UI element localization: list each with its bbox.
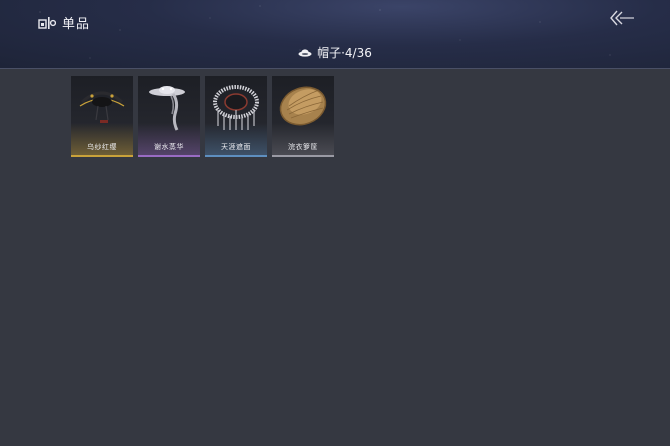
rarity-bar: [272, 155, 334, 157]
rarity-bar: [138, 155, 200, 157]
item-name: 天涯遮面: [221, 143, 251, 151]
page-title: 单品: [62, 17, 91, 32]
item-card-bead-curtain-hat[interactable]: 天涯遮面: [205, 76, 267, 157]
item-icon: [38, 16, 56, 29]
item-card-official-hat[interactable]: 乌纱红缨: [71, 76, 133, 157]
item-grid: 乌纱红缨 谢水蒸华 天涯遮面 浣衣箩筐: [71, 76, 334, 157]
hat-icon: [298, 48, 312, 57]
item-name: 谢水蒸华: [154, 143, 184, 151]
page-title-group: 单品: [38, 13, 90, 32]
item-name: 浣衣箩筐: [288, 143, 318, 151]
category-title: 帽子·4/36: [317, 46, 372, 60]
back-arrow-icon[interactable]: [609, 9, 635, 27]
bead-curtain-hat-icon: [213, 85, 259, 130]
basket-icon: [279, 86, 327, 126]
official-hat-icon: [79, 91, 125, 123]
rarity-bar: [205, 155, 267, 157]
item-name: 乌纱红缨: [87, 143, 117, 151]
category-header: 帽子·4/36: [0, 44, 670, 61]
header-divider: [0, 68, 670, 69]
rarity-bar: [71, 155, 133, 157]
item-card-veil-hat[interactable]: 谢水蒸华: [138, 76, 200, 157]
item-card-basket[interactable]: 浣衣箩筐: [272, 76, 334, 157]
veil-hat-icon: [149, 86, 185, 131]
